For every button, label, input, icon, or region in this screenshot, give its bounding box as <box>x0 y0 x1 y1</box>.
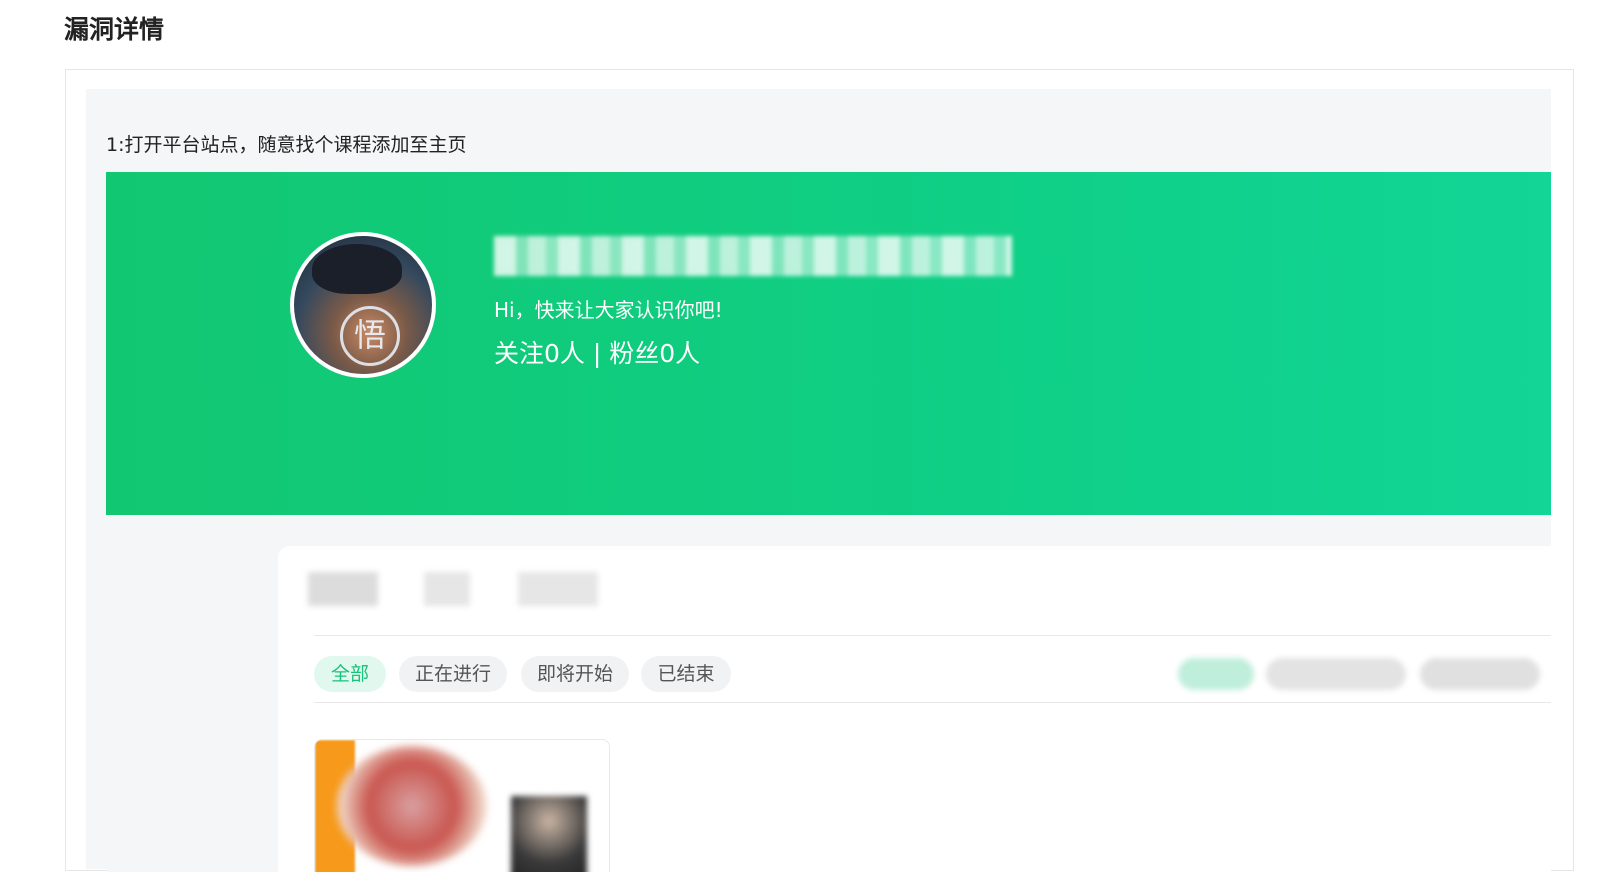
step-description: 1:打开平台站点，随意找个课程添加至主页 <box>106 134 467 156</box>
filter-all[interactable]: 全部 <box>314 656 386 692</box>
profile-banner: 悟 Hi，快来让大家认识你吧! 关注0人 | 粉丝0人 <box>106 172 1551 515</box>
filter-ended[interactable]: 已结束 <box>641 656 731 692</box>
page-title: 漏洞详情 <box>64 15 165 44</box>
tab-redacted-1[interactable] <box>308 572 378 606</box>
right-control-redacted-1[interactable] <box>1178 658 1254 690</box>
course-thumb-image <box>337 746 487 866</box>
avatar-hair <box>312 244 402 294</box>
avatar-glyph: 悟 <box>340 306 400 366</box>
course-panel: 全部 正在进行 即将开始 已结束 <box>278 546 1551 872</box>
course-card[interactable] <box>314 739 610 872</box>
tab-redacted-3[interactable] <box>518 572 598 606</box>
profile-greeting: Hi，快来让大家认识你吧! <box>494 298 723 322</box>
tab-redacted-2[interactable] <box>424 572 470 606</box>
right-control-redacted-2[interactable] <box>1266 658 1406 690</box>
evidence-screenshot: 悟 Hi，快来让大家认识你吧! 关注0人 | 粉丝0人 全部 正在进行 即将开始… <box>106 172 1551 872</box>
avatar[interactable]: 悟 <box>290 232 436 378</box>
filter-upcoming[interactable]: 即将开始 <box>521 656 629 692</box>
filter-ongoing[interactable]: 正在进行 <box>399 656 507 692</box>
follow-stats[interactable]: 关注0人 | 粉丝0人 <box>494 334 700 370</box>
username-redacted <box>494 236 1012 276</box>
tabs-divider <box>314 635 1551 636</box>
right-control-redacted-3[interactable] <box>1420 658 1540 690</box>
filters-divider <box>314 702 1551 703</box>
